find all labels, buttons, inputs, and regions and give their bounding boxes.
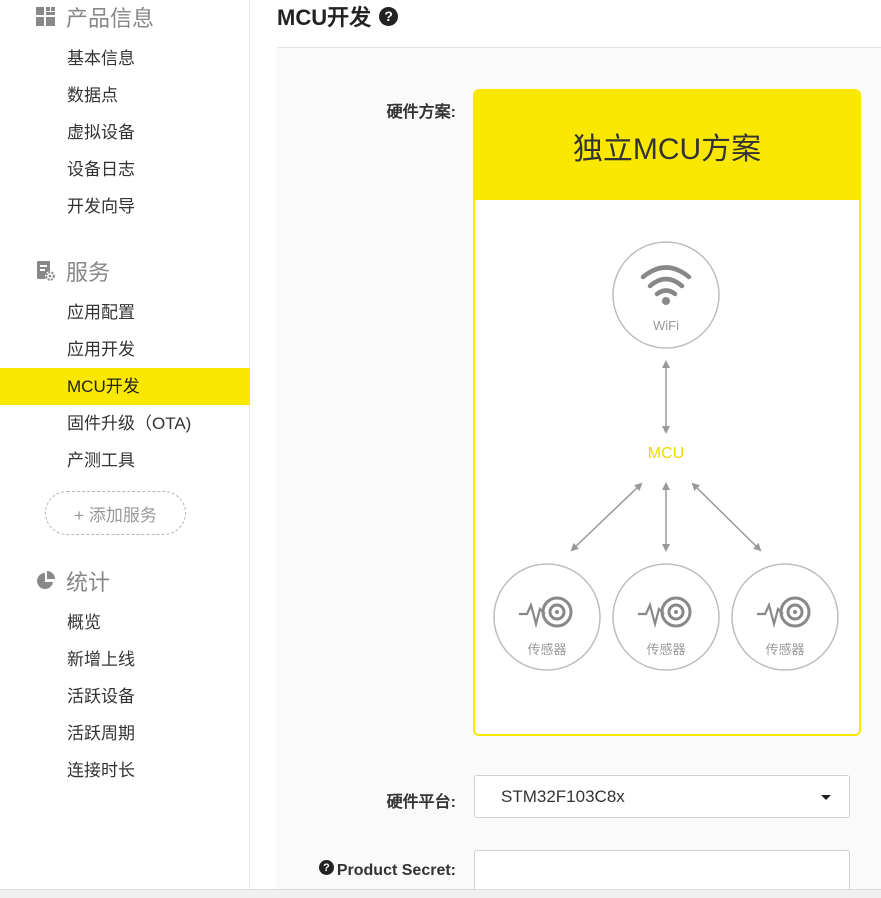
arrow-mcu-sensor-right: [691, 482, 762, 552]
hardware-scheme-label: 硬件方案:: [386, 104, 456, 121]
section-header-product-info: 产品信息: [35, 2, 154, 32]
sensor-label: 传感器: [765, 642, 804, 658]
scheme-card-title: 独立MCU方案: [572, 132, 762, 166]
wifi-node: WiFi: [612, 241, 720, 349]
stats-pie-icon: [35, 570, 57, 592]
hardware-platform-select[interactable]: STM32F103C8x: [474, 775, 850, 818]
page-title: MCU开发 ?: [277, 0, 399, 32]
sidebar-item-datapoints[interactable]: 数据点: [0, 77, 250, 114]
product-info-grid-icon: [35, 6, 57, 28]
sidebar-item-active-devices[interactable]: 活跃设备: [0, 678, 250, 715]
hardware-platform-label: 硬件平台:: [386, 794, 456, 811]
product-secret-label: Product Secret:: [336, 861, 456, 879]
page-title-text: MCU开发: [277, 5, 372, 30]
product-secret-label-row: ? Product Secret:: [290, 860, 456, 881]
section-header-service: 服务: [35, 256, 110, 286]
sidebar-item-new-online[interactable]: 新增上线: [0, 641, 250, 678]
section-header-stats: 统计: [35, 566, 110, 596]
sensor-node-left: 传感器: [493, 563, 601, 671]
sidebar-item-test-tools[interactable]: 产测工具: [0, 442, 250, 479]
sidebar-item-connection-duration[interactable]: 连接时长: [0, 752, 250, 789]
mcu-label: MCU: [648, 445, 684, 462]
section-title: 产品信息: [66, 6, 155, 31]
arrow-mcu-sensor-left: [570, 482, 643, 552]
sidebar-item-virtual-device[interactable]: 虚拟设备: [0, 114, 250, 151]
hardware-platform-value: STM32F103C8x: [501, 786, 625, 806]
sidebar-item-basic-info[interactable]: 基本信息: [0, 40, 250, 77]
scheme-diagram: WiFi MCU 传感器 传感器 传感器: [493, 241, 839, 671]
sidebar-item-mcu-dev[interactable]: MCU开发: [0, 368, 250, 405]
scheme-card[interactable]: 独立MCU方案 WiFi MCU 传感器 传感器 传感器: [473, 89, 861, 736]
sensor-label: 传感器: [527, 642, 566, 658]
sidebar-item-overview[interactable]: 概览: [0, 604, 250, 641]
sidebar-item-device-log[interactable]: 设备日志: [0, 151, 250, 188]
sensor-node-right: 传感器: [731, 563, 839, 671]
section-title: 服务: [66, 260, 111, 285]
sensor-label: 传感器: [646, 642, 685, 658]
scheme-card-header: 独立MCU方案: [475, 91, 859, 200]
sidebar-item-ota[interactable]: 固件升级（OTA): [0, 405, 250, 442]
bottom-scrollbar[interactable]: [0, 889, 881, 898]
sidebar: 产品信息 基本信息 数据点 虚拟设备 设备日志 开发向导 服务 应用配置 应用开…: [0, 0, 250, 890]
help-icon[interactable]: ?: [379, 6, 399, 26]
sidebar-item-dev-guide[interactable]: 开发向导: [0, 188, 250, 225]
section-title: 统计: [66, 570, 111, 595]
wifi-label: WiFi: [653, 318, 679, 333]
sidebar-item-app-config[interactable]: 应用配置: [0, 294, 250, 331]
service-gear-icon: [35, 260, 57, 282]
sidebar-item-app-dev[interactable]: 应用开发: [0, 331, 250, 368]
help-icon[interactable]: ?: [318, 860, 334, 875]
chevron-down-icon: [821, 795, 831, 800]
sensor-node-middle: 传感器: [612, 563, 720, 671]
add-service-button[interactable]: + 添加服务: [45, 491, 186, 535]
sidebar-item-active-period[interactable]: 活跃周期: [0, 715, 250, 752]
